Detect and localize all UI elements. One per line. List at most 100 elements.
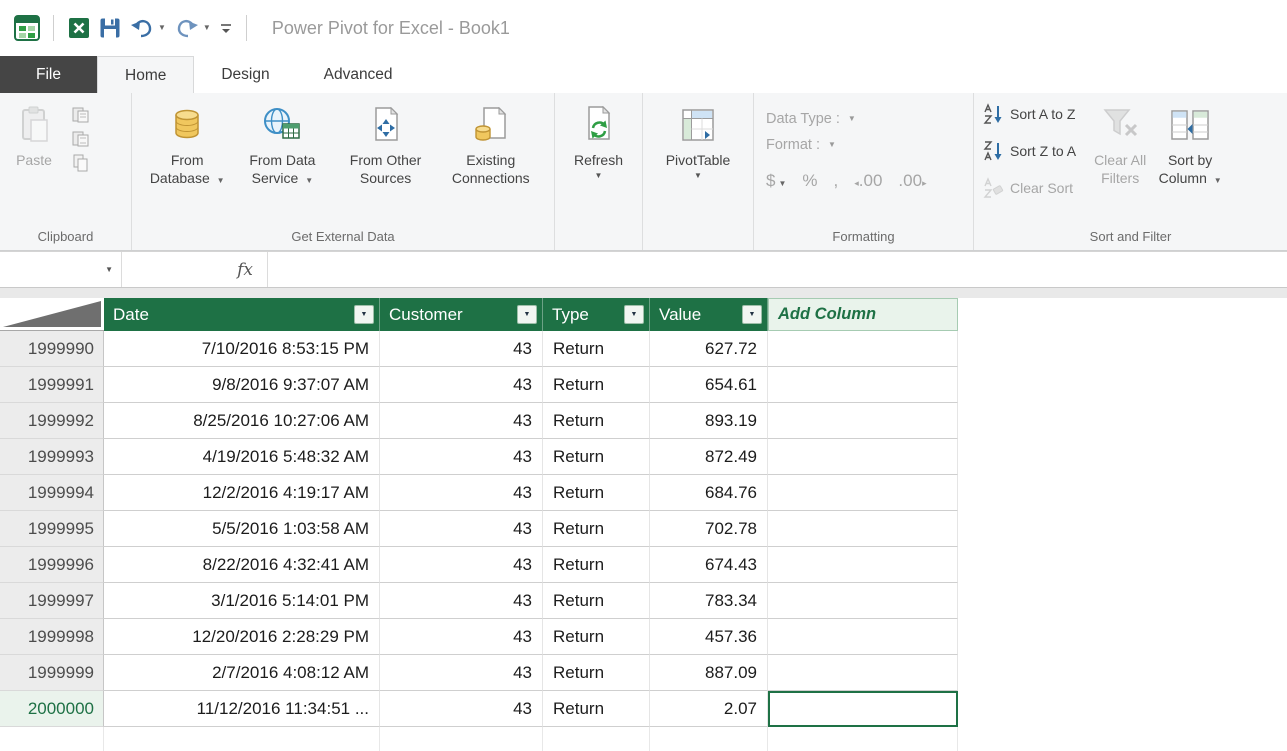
column-header[interactable]: Value ▼: [650, 298, 768, 331]
cell-date[interactable]: 7/10/2016 8:53:15 PM: [104, 331, 380, 367]
cell-date[interactable]: 12/20/2016 2:28:29 PM: [104, 619, 380, 655]
from-data-service-button[interactable]: From Data Service ▼: [236, 101, 328, 187]
cell-customer[interactable]: 43: [380, 439, 543, 475]
cell-customer[interactable]: 43: [380, 583, 543, 619]
undo-button[interactable]: ▼: [129, 17, 166, 39]
row-number[interactable]: 2000000: [0, 691, 104, 727]
decrease-decimal-button[interactable]: .00▸: [898, 171, 926, 191]
switch-to-excel-button[interactable]: [67, 16, 91, 40]
chevron-down-icon[interactable]: ▼: [203, 24, 211, 32]
cell-value[interactable]: 893.19: [650, 403, 768, 439]
cell-type[interactable]: Return: [543, 403, 650, 439]
cell-customer[interactable]: 43: [380, 367, 543, 403]
column-header[interactable]: Type ▼: [543, 298, 650, 331]
row-number[interactable]: 1999990: [0, 331, 104, 367]
from-other-sources-button[interactable]: From Other Sources: [338, 101, 434, 187]
cell-value[interactable]: 872.49: [650, 439, 768, 475]
cell-type[interactable]: Return: [543, 475, 650, 511]
row-number[interactable]: 1999991: [0, 367, 104, 403]
cell-add-column[interactable]: [768, 475, 958, 511]
cell-value[interactable]: 2.07: [650, 691, 768, 727]
cell-date[interactable]: 4/19/2016 5:48:32 AM: [104, 439, 380, 475]
column-header[interactable]: Customer ▼: [380, 298, 543, 331]
refresh-button[interactable]: Refresh ▼: [564, 101, 634, 180]
cell-date[interactable]: 2/7/2016 4:08:12 AM: [104, 655, 380, 691]
row-number[interactable]: 1999993: [0, 439, 104, 475]
cell-add-column[interactable]: [768, 367, 958, 403]
cell-customer[interactable]: 43: [380, 547, 543, 583]
cell-date[interactable]: 8/22/2016 4:32:41 AM: [104, 547, 380, 583]
paste-button[interactable]: Paste: [6, 101, 62, 169]
chevron-down-icon[interactable]: ▼: [595, 171, 603, 180]
row-number[interactable]: 1999995: [0, 511, 104, 547]
cell-customer[interactable]: 43: [380, 403, 543, 439]
filter-dropdown-button[interactable]: ▼: [517, 305, 537, 324]
clear-all-filters-button[interactable]: Clear All Filters: [1084, 101, 1156, 187]
cell-add-column[interactable]: [768, 547, 958, 583]
cell-add-column[interactable]: [768, 403, 958, 439]
name-box[interactable]: ▼: [0, 252, 122, 287]
filter-dropdown-button[interactable]: ▼: [624, 305, 644, 324]
insert-function-button[interactable]: fx: [237, 260, 253, 280]
cell-value[interactable]: 674.43: [650, 547, 768, 583]
filter-dropdown-button[interactable]: ▼: [354, 305, 374, 324]
sort-z-to-a-button[interactable]: Sort Z to A: [982, 138, 1076, 164]
cell-date[interactable]: 3/1/2016 5:14:01 PM: [104, 583, 380, 619]
row-number[interactable]: 1999996: [0, 547, 104, 583]
cell-date[interactable]: 12/2/2016 4:19:17 AM: [104, 475, 380, 511]
redo-button[interactable]: ▼: [174, 17, 211, 39]
cell-value[interactable]: 702.78: [650, 511, 768, 547]
select-all-corner[interactable]: [0, 298, 104, 331]
tab-design[interactable]: Design: [194, 56, 296, 93]
cell-value[interactable]: 887.09: [650, 655, 768, 691]
cell-add-column[interactable]: [768, 331, 958, 367]
clear-sort-button[interactable]: Clear Sort: [982, 175, 1076, 201]
paste-replace-icon[interactable]: [72, 103, 90, 127]
pivottable-button[interactable]: PivotTable ▼: [652, 101, 744, 180]
sort-a-to-z-button[interactable]: Sort A to Z: [982, 101, 1076, 127]
cell-type[interactable]: Return: [543, 547, 650, 583]
cell-value[interactable]: 654.61: [650, 367, 768, 403]
row-number[interactable]: 1999994: [0, 475, 104, 511]
row-number[interactable]: 1999997: [0, 583, 104, 619]
tab-file[interactable]: File: [0, 56, 97, 93]
cell-add-column[interactable]: [768, 691, 958, 727]
cell-value[interactable]: 457.36: [650, 619, 768, 655]
cell-add-column[interactable]: [768, 655, 958, 691]
cell-type[interactable]: Return: [543, 583, 650, 619]
cell-type[interactable]: Return: [543, 655, 650, 691]
cell-type[interactable]: Return: [543, 619, 650, 655]
cell-customer[interactable]: 43: [380, 331, 543, 367]
cell-type[interactable]: Return: [543, 691, 650, 727]
paste-append-icon[interactable]: [72, 127, 90, 151]
cell-customer[interactable]: 43: [380, 619, 543, 655]
from-database-button[interactable]: From Database ▼: [147, 101, 227, 187]
cell-add-column[interactable]: [768, 511, 958, 547]
filter-dropdown-button[interactable]: ▼: [742, 305, 762, 324]
cell-type[interactable]: Return: [543, 511, 650, 547]
cell-date[interactable]: 8/25/2016 10:27:06 AM: [104, 403, 380, 439]
thousands-separator-button[interactable]: ,: [834, 171, 839, 191]
cell-type[interactable]: Return: [543, 439, 650, 475]
row-number[interactable]: 1999992: [0, 403, 104, 439]
add-column-header[interactable]: Add Column: [768, 298, 958, 331]
cell-customer[interactable]: 43: [380, 511, 543, 547]
percent-format-button[interactable]: %: [802, 171, 817, 191]
cell-add-column[interactable]: [768, 619, 958, 655]
copy-icon[interactable]: [72, 151, 90, 175]
format-dropdown[interactable]: Format : ▼: [766, 137, 836, 153]
chevron-down-icon[interactable]: ▼: [158, 24, 166, 32]
cell-date[interactable]: 11/12/2016 11:34:51 ...: [104, 691, 380, 727]
customize-quick-access-toolbar-button[interactable]: [219, 21, 233, 36]
cell-add-column[interactable]: [768, 583, 958, 619]
cell-value[interactable]: 783.34: [650, 583, 768, 619]
cell-date[interactable]: 5/5/2016 1:03:58 AM: [104, 511, 380, 547]
cell-add-column[interactable]: [768, 439, 958, 475]
row-number[interactable]: 1999998: [0, 619, 104, 655]
formula-input[interactable]: [268, 252, 1287, 287]
column-header[interactable]: Date ▼: [104, 298, 380, 331]
currency-format-button[interactable]: $▼: [766, 171, 786, 191]
tab-advanced[interactable]: Advanced: [297, 56, 420, 93]
cell-date[interactable]: 9/8/2016 9:37:07 AM: [104, 367, 380, 403]
cell-type[interactable]: Return: [543, 367, 650, 403]
